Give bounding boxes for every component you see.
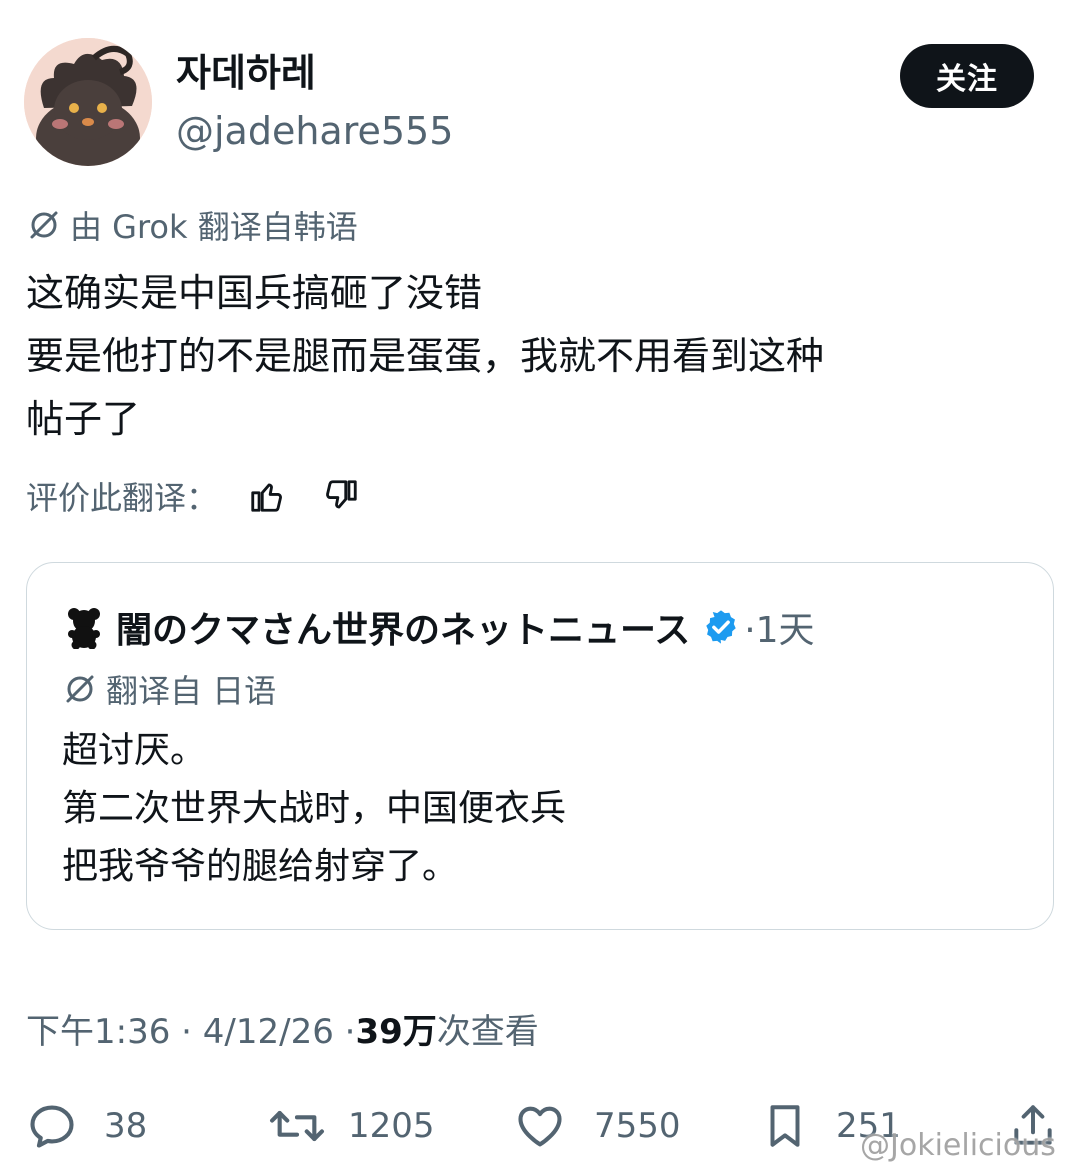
tweet-line: 帖子了 xyxy=(26,397,141,441)
reply-icon xyxy=(30,1105,74,1148)
translation-note-text: 由 Grok 翻译自韩语 xyxy=(70,208,358,246)
reply-count: 38 xyxy=(104,1106,148,1146)
like-count: 7550 xyxy=(594,1106,681,1146)
tweet-meta: 下午1:36 · 4/12/26 · 39万 次查看 xyxy=(26,1004,539,1052)
reply-button[interactable]: 38 xyxy=(26,1098,147,1154)
bear-avatar-icon[interactable] xyxy=(62,605,106,649)
user-handle[interactable]: @jadehare555 xyxy=(176,108,453,154)
tweet-line: 这确实是中国兵搞砸了没错 xyxy=(26,271,483,315)
quoted-translation-text: 翻译自 日语 xyxy=(106,672,277,710)
display-name[interactable]: 자데하레 xyxy=(176,50,316,96)
quoted-line: 第二次世界大战时，中国便衣兵 xyxy=(62,788,567,829)
like-button[interactable]: 7550 xyxy=(512,1098,681,1154)
heart-icon xyxy=(518,1106,562,1147)
verified-badge-icon xyxy=(702,608,740,646)
view-label: 次查看 xyxy=(436,1011,539,1052)
translation-note: 由 Grok 翻译自韩语 xyxy=(26,204,358,246)
repost-icon xyxy=(270,1110,324,1142)
quoted-translation-note: 翻译自 日语 xyxy=(62,668,276,710)
rate-translation: 评价此翻译： xyxy=(26,474,360,518)
repost-button[interactable]: 1205 xyxy=(268,1098,435,1154)
quoted-time: ·1天 xyxy=(744,610,815,651)
grok-icon xyxy=(66,675,94,703)
tweet-text: 这确实是中国兵搞砸了没错 要是他打的不是腿而是蛋蛋，我就不用看到这种 帖子了 xyxy=(26,262,1056,451)
grok-icon xyxy=(30,211,58,239)
quoted-tweet-text: 超讨厌。 第二次世界大战时，中国便衣兵 把我爷爷的腿给射穿了。 xyxy=(62,722,566,896)
quoted-author-name[interactable]: 闇のクマさん世界のネットニュース xyxy=(116,601,690,653)
quoted-tweet-header: 闇のクマさん世界のネットニュース ·1天 xyxy=(62,602,815,652)
bookmark-icon xyxy=(770,1105,800,1147)
follow-button[interactable]: 关注 xyxy=(900,44,1034,108)
tweet-line: 要是他打的不是腿而是蛋蛋，我就不用看到这种 xyxy=(26,334,825,378)
quoted-line: 超讨厌。 xyxy=(62,730,207,771)
repost-count: 1205 xyxy=(348,1106,435,1146)
watermark: @Jokielicious xyxy=(860,1128,1056,1163)
quoted-line: 把我爷爷的腿给射穿了。 xyxy=(62,846,459,887)
avatar[interactable] xyxy=(24,38,152,166)
thumbs-down-icon[interactable] xyxy=(322,477,360,515)
tweet-timestamp[interactable]: 下午1:36 · 4/12/26 · xyxy=(26,1004,355,1053)
avatar-image xyxy=(24,38,152,166)
view-count: 39万 xyxy=(355,1011,437,1052)
thumbs-up-icon[interactable] xyxy=(248,477,286,515)
rate-label: 评价此翻译： xyxy=(26,479,219,517)
